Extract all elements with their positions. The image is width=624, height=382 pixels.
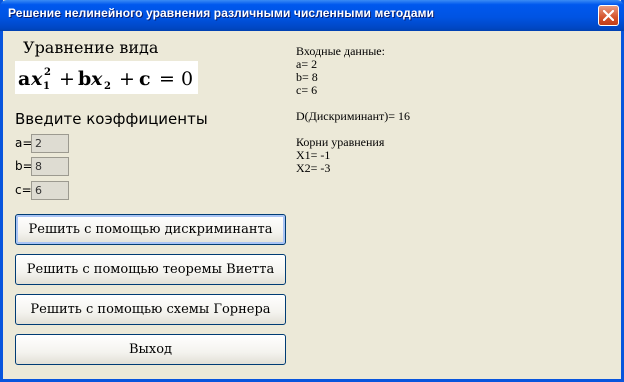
svg-text:=: = <box>159 68 175 90</box>
coef-a-label: a= <box>15 136 33 150</box>
equation-formula-image: a x 1 2 + b x 2 + c = 0 <box>15 61 198 94</box>
svg-text:2: 2 <box>44 67 51 78</box>
equation-title: Уравнение вида <box>23 38 159 57</box>
coef-c-input[interactable] <box>31 181 69 200</box>
close-button[interactable] <box>598 5 619 26</box>
svg-text:+: + <box>59 68 75 90</box>
exit-button[interactable]: Выход <box>15 334 286 365</box>
title-bar[interactable]: Решение нелинейного уравнения различными… <box>0 0 624 31</box>
coef-b-input[interactable] <box>31 157 69 176</box>
svg-text:0: 0 <box>181 68 193 90</box>
output-c-line: c= 6 <box>296 83 318 97</box>
coef-c-label: c= <box>15 183 32 197</box>
svg-text:x: x <box>90 68 103 90</box>
svg-text:2: 2 <box>104 81 111 92</box>
output-discriminant-line: D(Дискриминант)= 16 <box>296 109 411 123</box>
coef-a-input[interactable] <box>31 134 69 153</box>
solve-vieta-button[interactable]: Решить с помощью теоремы Виетта <box>15 254 286 285</box>
coefficients-title: Введите коэффициенты <box>15 110 208 128</box>
window-title: Решение нелинейного уравнения различными… <box>8 6 435 20</box>
svg-text:c: c <box>139 68 151 90</box>
svg-text:x: x <box>30 68 43 90</box>
solve-horner-button[interactable]: Решить с помощью схемы Горнера <box>15 294 286 325</box>
svg-text:1: 1 <box>43 81 50 92</box>
app-window: Решение нелинейного уравнения различными… <box>0 0 624 382</box>
results-output: Входные данные: a= 2 b= 8 c= 6 D(Дискрим… <box>296 45 410 175</box>
svg-text:a: a <box>18 68 30 90</box>
solve-discriminant-button[interactable]: Решить с помощью дискриминанта <box>15 214 286 245</box>
output-x2-line: X2= -3 <box>296 161 331 175</box>
svg-text:+: + <box>119 68 135 90</box>
svg-text:b: b <box>78 68 91 90</box>
